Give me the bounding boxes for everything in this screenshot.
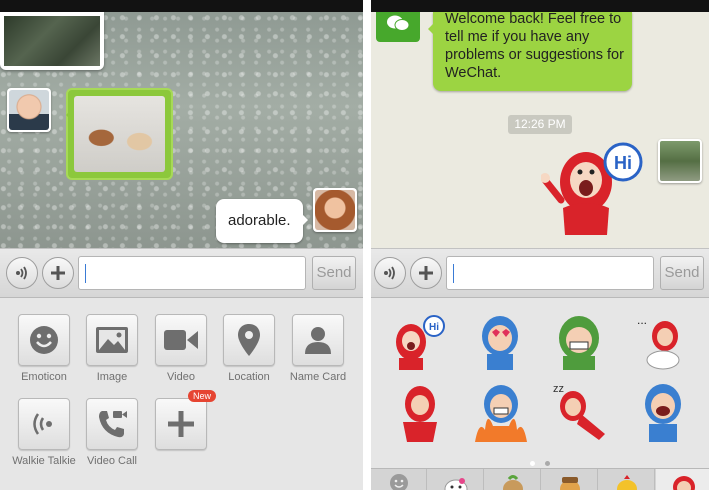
sticker-panel: Hi ... zz xyxy=(371,298,709,490)
screen-divider xyxy=(363,0,371,490)
tool-emoticon[interactable]: Emoticon xyxy=(10,314,78,383)
tool-label: Walkie Talkie xyxy=(12,455,76,467)
hi-sticker-message[interactable]: Hi xyxy=(541,140,646,235)
attachment-panel: Emoticon Image Video Location Name Card … xyxy=(0,298,363,490)
red-hood-girl-icon xyxy=(673,476,695,490)
tool-video-call[interactable]: Video Call xyxy=(78,398,146,467)
welcome-message[interactable]: Welcome back! Feel free to tell me if yo… xyxy=(428,11,632,91)
image-icon xyxy=(96,327,128,353)
tab-chick-stickers[interactable] xyxy=(599,469,655,490)
message-text: Welcome back! Feel free to tell me if yo… xyxy=(445,11,624,81)
contact-avatar[interactable] xyxy=(7,88,51,132)
sticker-sulking-girl[interactable] xyxy=(393,382,447,442)
location-pin-icon xyxy=(238,324,260,356)
send-button[interactable]: Send xyxy=(312,256,356,290)
sticker-text: Hi xyxy=(614,153,632,173)
attach-plus-button[interactable] xyxy=(42,257,74,289)
message-text: adorable. xyxy=(228,212,291,229)
plus-icon xyxy=(419,266,433,280)
tool-label: Name Card xyxy=(289,371,347,383)
text-caret xyxy=(453,264,454,283)
tool-add-more[interactable]: New xyxy=(147,390,216,455)
person-icon xyxy=(305,327,331,354)
tool-label: Video xyxy=(167,371,195,383)
status-bar xyxy=(0,0,363,12)
tool-name-card[interactable]: Name Card xyxy=(284,314,352,383)
my-avatar[interactable] xyxy=(313,188,357,232)
voice-icon xyxy=(384,266,395,280)
chat-history[interactable]: Welcome back! Feel free to tell me if yo… xyxy=(371,11,709,248)
sent-photo-trees[interactable] xyxy=(0,12,104,70)
chat-history[interactable]: adorable. xyxy=(0,12,363,248)
sticker-angry-green[interactable] xyxy=(549,310,609,370)
attach-plus-button[interactable] xyxy=(410,257,442,289)
tool-label: Emoticon xyxy=(21,371,67,383)
sticker-laughing-boy[interactable] xyxy=(633,380,691,442)
wechat-logo-icon xyxy=(387,15,410,31)
svg-text:Hi: Hi xyxy=(429,322,439,333)
tab-emoji[interactable] xyxy=(371,469,427,490)
right-chat-screen: Welcome back! Feel free to tell me if yo… xyxy=(371,0,709,490)
tool-location[interactable]: Location xyxy=(215,314,283,383)
smiley-icon xyxy=(30,326,58,354)
sticker-toilet-girl[interactable]: ... xyxy=(633,312,691,370)
tool-image[interactable]: Image xyxy=(78,314,146,383)
incoming-text-message[interactable]: adorable. xyxy=(216,199,308,243)
page-dot xyxy=(545,461,550,466)
tab-hat-stickers[interactable] xyxy=(542,469,598,490)
sticker-sleepy-girl[interactable]: zz xyxy=(551,380,609,442)
walkie-talkie-icon xyxy=(33,413,52,435)
plus-icon xyxy=(168,411,194,437)
sticker-fire-boy[interactable] xyxy=(471,380,531,442)
message-input[interactable] xyxy=(78,256,306,290)
photo-message-puppies[interactable] xyxy=(66,88,173,180)
voice-toggle-button[interactable] xyxy=(6,257,38,289)
input-bar: Send xyxy=(0,248,363,298)
voice-toggle-button[interactable] xyxy=(374,257,406,289)
svg-text:...: ... xyxy=(637,313,647,327)
new-badge: New xyxy=(187,390,216,402)
cat-icon xyxy=(444,478,468,490)
tool-label: Image xyxy=(96,371,128,383)
tab-bear-stickers[interactable] xyxy=(485,469,541,490)
tab-cat-stickers[interactable] xyxy=(428,469,484,490)
svg-text:zz: zz xyxy=(553,383,564,395)
left-chat-screen: adorable. Send Emoticon Image Video Loca… xyxy=(0,0,363,490)
text-caret xyxy=(85,264,86,283)
plus-icon xyxy=(51,266,65,280)
wechat-team-avatar[interactable] xyxy=(376,12,420,42)
timestamp: 12:26 PM xyxy=(508,115,572,134)
send-button[interactable]: Send xyxy=(660,256,704,290)
tool-video[interactable]: Video xyxy=(147,314,215,383)
tool-walkie-talkie[interactable]: Walkie Talkie xyxy=(10,398,78,467)
tab-girl-stickers[interactable] xyxy=(656,469,709,490)
bear-icon xyxy=(503,475,523,490)
tool-label: Location xyxy=(228,371,270,383)
message-input[interactable] xyxy=(446,256,654,290)
tool-label: Video Call xyxy=(87,455,137,467)
video-call-icon xyxy=(99,411,127,438)
my-avatar[interactable] xyxy=(658,139,702,183)
hat-character-icon xyxy=(560,477,580,490)
page-dot-active xyxy=(530,461,535,466)
smiley-icon xyxy=(390,474,408,490)
video-camera-icon xyxy=(164,330,198,350)
sticker-hi-girl[interactable]: Hi xyxy=(389,312,447,370)
input-bar: Send xyxy=(371,248,709,298)
sticker-love-boy[interactable] xyxy=(471,310,529,370)
voice-icon xyxy=(16,266,27,280)
sticker-tabs xyxy=(371,468,709,490)
chick-icon xyxy=(617,475,637,490)
